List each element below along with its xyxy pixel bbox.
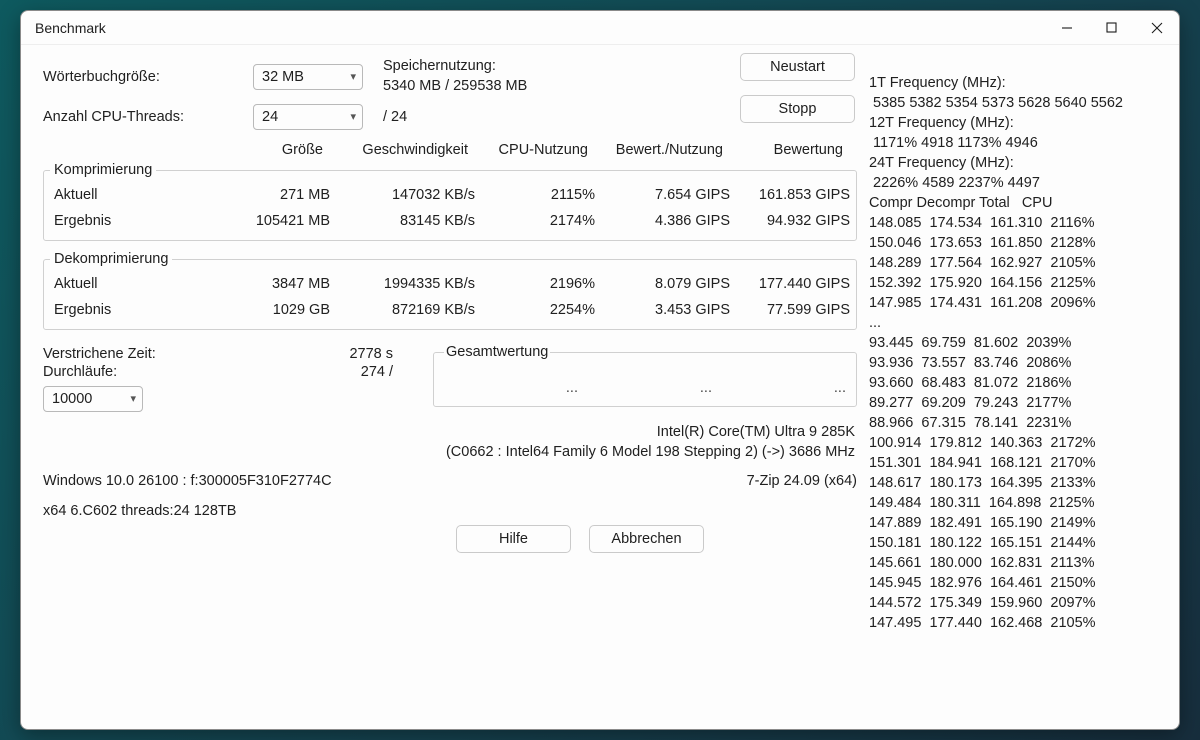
compress-current-row: Aktuell 271 MB 147032 KB/s 2115% 7.654 G… xyxy=(50,182,850,208)
memory-usage-label: Speichernutzung: xyxy=(383,57,527,77)
decompress-current-row: Aktuell 3847 MB 1994335 KB/s 2196% 8.079… xyxy=(50,271,850,297)
cpu-detail: (C0662 : Intel64 Family 6 Model 198 Step… xyxy=(43,442,855,462)
compress-group: Komprimierung Aktuell 271 MB 147032 KB/s… xyxy=(43,162,857,241)
cancel-button[interactable]: Abbrechen xyxy=(589,525,704,553)
close-button[interactable] xyxy=(1134,11,1179,45)
window-title: Benchmark xyxy=(35,20,106,36)
restart-button[interactable]: Neustart xyxy=(740,53,855,81)
chevron-down-icon: ▾ xyxy=(350,110,356,123)
results-header: Größe Geschwindigkeit CPU-Nutzung Bewert… xyxy=(43,142,857,158)
minimize-button[interactable] xyxy=(1044,11,1089,45)
threads-label: Anzahl CPU-Threads: xyxy=(43,109,253,125)
log-panel: 1T Frequency (MHz): 5385 5382 5354 5373 … xyxy=(863,53,1165,719)
stop-button[interactable]: Stopp xyxy=(740,95,855,123)
elapsed-label: Verstrichene Zeit: xyxy=(43,346,293,362)
overall-group: Gesamtwertung ... ... ... xyxy=(433,344,857,407)
chevron-down-icon: ▾ xyxy=(350,70,356,83)
titlebar[interactable]: Benchmark xyxy=(21,11,1179,45)
elapsed-value: 2778 s xyxy=(293,346,393,362)
threads-select[interactable]: 24 ▾ xyxy=(253,104,363,130)
help-button[interactable]: Hilfe xyxy=(456,525,571,553)
passes-label: Durchläufe: xyxy=(43,364,293,380)
app-info: 7-Zip 24.09 (x64) xyxy=(747,473,857,489)
benchmark-window: Benchmark Wörterbuchgröße: 32 MB xyxy=(20,10,1180,730)
passes-value: 274 / xyxy=(293,364,393,380)
dict-size-label: Wörterbuchgröße: xyxy=(43,69,253,85)
os-info: Windows 10.0 26100 : f:300005F310F2774C xyxy=(43,473,332,489)
decompress-result-row: Ergebnis 1029 GB 872169 KB/s 2254% 3.453… xyxy=(50,297,850,323)
memory-usage-value: 5340 MB / 259538 MB xyxy=(383,77,527,97)
maximize-button[interactable] xyxy=(1089,11,1134,45)
dict-size-select[interactable]: 32 MB ▾ xyxy=(253,64,363,90)
decompress-group: Dekomprimierung Aktuell 3847 MB 1994335 … xyxy=(43,251,857,330)
arch-info: x64 6.C602 threads:24 128TB xyxy=(43,503,857,519)
threads-max: / 24 xyxy=(383,109,407,125)
passes-target-select[interactable]: 10000 ▾ xyxy=(43,386,143,412)
compress-result-row: Ergebnis 105421 MB 83145 KB/s 2174% 4.38… xyxy=(50,208,850,234)
cpu-name: Intel(R) Core(TM) Ultra 9 285K xyxy=(43,422,855,442)
chevron-down-icon: ▾ xyxy=(130,392,136,405)
